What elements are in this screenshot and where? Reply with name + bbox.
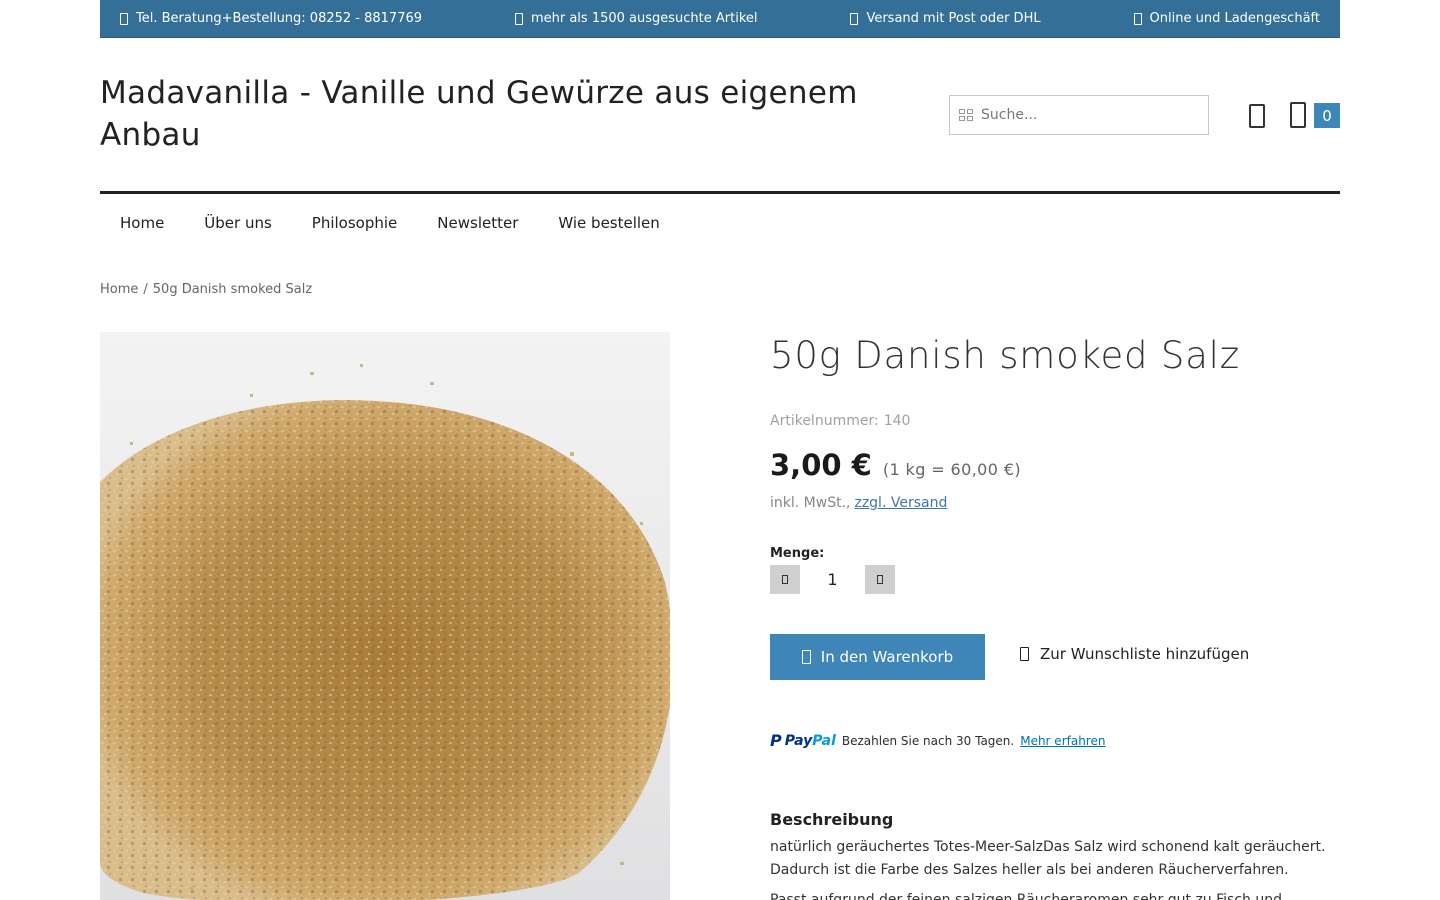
- paypal-learn-more-link[interactable]: Mehr erfahren: [1020, 734, 1105, 748]
- add-to-wishlist-button[interactable]: Zur Wunschliste hinzufügen: [1020, 645, 1249, 663]
- nav-item-about[interactable]: Über uns: [184, 212, 292, 234]
- site-title[interactable]: Madavanilla - Vanille und Gewürze aus ei…: [100, 72, 920, 156]
- breadcrumb-separator: /: [143, 282, 148, 297]
- cart-icon: [801, 650, 811, 664]
- quantity-input[interactable]: [800, 565, 865, 594]
- wishlist-label: Zur Wunschliste hinzufügen: [1040, 645, 1250, 663]
- paypal-message: P PayPal Bezahlen Sie nach 30 Tagen. Meh…: [770, 731, 1105, 750]
- main-nav: Home Über uns Philosophie Newsletter Wie…: [100, 212, 680, 234]
- quantity-decrease-button[interactable]: [770, 565, 800, 594]
- breadcrumb-current: 50g Danish smoked Salz: [152, 282, 313, 297]
- topbar-store-text: Online und Ladengeschäft: [1149, 11, 1320, 26]
- product-image[interactable]: [100, 332, 670, 900]
- tax-text: inkl. MwSt.,: [770, 495, 851, 511]
- quantity-label: Menge:: [770, 546, 825, 561]
- topbar-shipping-text: Versand mit Post oder DHL: [866, 11, 1041, 26]
- topbar-item-articles: mehr als 1500 ausgesuchte Artikel: [514, 11, 758, 26]
- topbar-item-store: Online und Ladengeschäft: [1133, 11, 1320, 26]
- topbar-phone-text: Tel. Beratung+Bestellung: 08252 - 881776…: [136, 11, 423, 26]
- paypal-logo-pay: Pay: [784, 733, 813, 749]
- add-to-cart-button[interactable]: In den Warenkorb: [770, 634, 985, 680]
- tax-row: inkl. MwSt., zzgl. Versand: [770, 495, 947, 511]
- phone-icon: [120, 12, 128, 25]
- shipping-link[interactable]: zzgl. Versand: [854, 495, 947, 511]
- box-icon: [514, 12, 523, 25]
- paypal-p-icon: P: [770, 731, 782, 750]
- product-price: 3,00 €: [770, 448, 872, 482]
- description-paragraph-1: natürlich geräuchertes Totes-Meer-SalzDa…: [770, 839, 1326, 878]
- sku-label: Artikelnummer:: [770, 413, 879, 429]
- description-heading: Beschreibung: [770, 810, 894, 829]
- store-icon: [1133, 12, 1142, 25]
- paypal-logo-pal: Pal: [812, 733, 836, 749]
- quantity-stepper: [770, 565, 895, 594]
- nav-item-philosophy[interactable]: Philosophie: [292, 212, 417, 234]
- salt-pile-image: [100, 332, 670, 900]
- paypal-message-text: Bezahlen Sie nach 30 Tagen.: [841, 734, 1015, 748]
- truck-icon: [850, 12, 859, 25]
- description-paragraph-2: Passt aufgrund der feinen salzigen Räuch…: [770, 892, 1283, 900]
- topbar-item-phone: Tel. Beratung+Bestellung: 08252 - 881776…: [120, 11, 422, 26]
- cart-icon[interactable]: [1290, 102, 1306, 128]
- minus-icon: [782, 575, 788, 584]
- nav-item-newsletter[interactable]: Newsletter: [417, 212, 538, 234]
- description-text: natürlich geräuchertes Totes-Meer-SalzDa…: [770, 836, 1340, 900]
- add-to-cart-label: In den Warenkorb: [820, 648, 954, 666]
- price-row: 3,00 € (1 kg = 60,00 €): [770, 448, 1021, 482]
- search-input[interactable]: [981, 107, 1201, 123]
- search-icon: [959, 109, 973, 121]
- heart-icon: [1020, 647, 1029, 661]
- wishlist-icon[interactable]: [1249, 104, 1265, 128]
- topbar-articles-text: mehr als 1500 ausgesuchte Artikel: [530, 11, 758, 26]
- nav-divider: [100, 191, 1340, 194]
- breadcrumb: Home / 50g Danish smoked Salz: [100, 282, 312, 297]
- sku-row: Artikelnummer: 140: [770, 413, 910, 429]
- quantity-increase-button[interactable]: [865, 565, 895, 594]
- nav-item-how-to-order[interactable]: Wie bestellen: [538, 212, 679, 234]
- unit-price: (1 kg = 60,00 €): [882, 460, 1022, 479]
- plus-icon: [877, 575, 883, 584]
- paypal-logo: P PayPal: [770, 731, 836, 750]
- cart-count-badge[interactable]: 0: [1314, 103, 1340, 128]
- top-info-bar: Tel. Beratung+Bestellung: 08252 - 881776…: [100, 0, 1340, 38]
- nav-item-home[interactable]: Home: [100, 212, 184, 234]
- search-box: [949, 95, 1209, 135]
- topbar-item-shipping: Versand mit Post oder DHL: [850, 11, 1041, 26]
- breadcrumb-home[interactable]: Home: [100, 282, 138, 297]
- sku-value: 140: [883, 413, 911, 429]
- product-title: 50g Danish smoked Salz: [770, 334, 1240, 377]
